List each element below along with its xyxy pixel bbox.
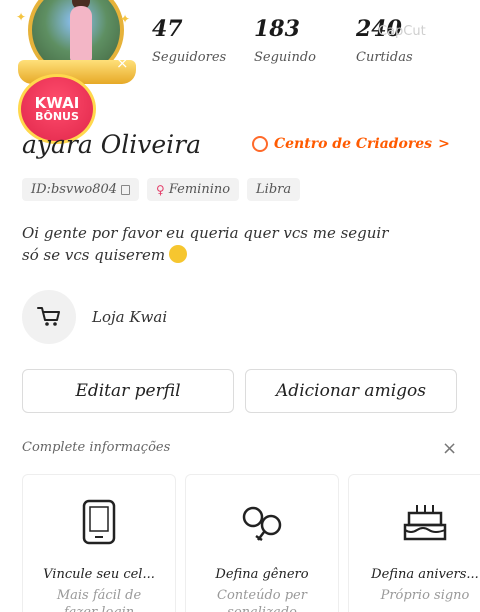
chevron-right-icon: > — [438, 136, 450, 152]
set-gender-card[interactable]: Defina gênero Conteúdo per sonalizado — [185, 474, 339, 612]
card-title: Defina anivers... — [371, 567, 479, 582]
cake-icon — [349, 499, 480, 549]
stat-label: Seguindo — [254, 50, 316, 65]
profile-bio: Oi gente por favor eu queria quer vcs me… — [22, 222, 462, 266]
shop-label: Loja Kwai — [92, 308, 168, 326]
id-text: ID:bsvwo804 — [31, 182, 118, 197]
creator-center-label: Centro de Criadores — [274, 136, 433, 152]
female-icon: ♀ — [156, 182, 165, 197]
kwai-shop-link[interactable]: Loja Kwai — [22, 290, 167, 344]
stat-following[interactable]: 183 Seguindo — [254, 16, 316, 65]
creator-center-link[interactable]: Centro de Criadores > — [252, 136, 450, 152]
complete-info-title: Complete informações — [22, 440, 171, 455]
profile-name: ayara Oliveira — [22, 130, 201, 159]
creator-center-icon — [252, 136, 268, 152]
card-subtitle: Conteúdo per sonalizado — [217, 588, 307, 612]
sparkle-icon: ✦ — [16, 10, 27, 24]
link-phone-card[interactable]: Vincule seu cel... Mais fácil de fazer l… — [22, 474, 176, 612]
stat-followers[interactable]: 47 Seguidores — [152, 16, 226, 65]
gender-icon — [186, 499, 338, 549]
smiley-emoji-icon — [169, 245, 188, 263]
watermark: CapCut — [378, 24, 426, 39]
card-subtitle: Mais fácil de fazer login — [56, 588, 142, 612]
stat-label: Seguidores — [152, 50, 227, 65]
stat-value: 183 — [254, 16, 300, 42]
set-birthday-card[interactable]: Defina anivers... Próprio signo — [348, 474, 480, 612]
gender-text: Feminino — [168, 182, 231, 197]
close-icon[interactable]: × — [442, 438, 457, 459]
add-friends-button[interactable]: Adicionar amigos — [245, 369, 457, 413]
zodiac-text: Libra — [256, 182, 292, 197]
bonus-badge-subtitle: BÔNUS — [35, 110, 79, 124]
stat-label: Curtidas — [356, 50, 413, 65]
bonus-badge-title: KWAI — [34, 93, 80, 112]
copy-icon[interactable] — [121, 184, 131, 195]
stat-value: 47 — [152, 16, 183, 42]
zodiac-tag: Libra — [247, 178, 301, 201]
cart-icon — [22, 290, 76, 344]
card-subtitle: Próprio signo — [380, 588, 470, 603]
card-title: Defina gênero — [215, 567, 309, 582]
avatar-close-icon[interactable]: × — [116, 54, 129, 72]
gender-tag: ♀ Feminino — [147, 178, 240, 201]
sparkle-icon: ✦ — [120, 12, 131, 26]
phone-icon — [23, 499, 175, 549]
bio-text: Oi gente por favor eu queria quer vcs me… — [22, 224, 389, 264]
card-title: Vincule seu cel... — [43, 567, 155, 582]
profile-tags: ID:bsvwo804 ♀ Feminino Libra — [22, 178, 301, 201]
id-tag[interactable]: ID:bsvwo804 — [22, 178, 140, 201]
edit-profile-button[interactable]: Editar perfil — [22, 369, 234, 413]
